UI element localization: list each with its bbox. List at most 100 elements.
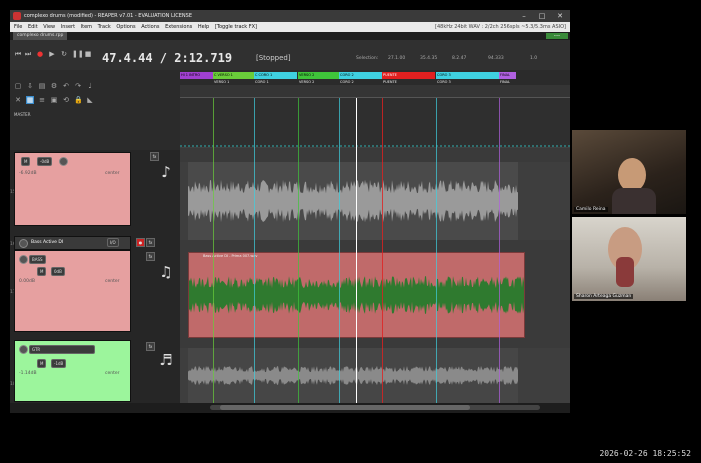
region-intro[interactable]: HI 1 INTRO (180, 72, 213, 79)
settings-icon[interactable]: ⚙ (50, 82, 58, 90)
horizontal-scrollbar[interactable] (210, 405, 540, 410)
drum-instrument-icon: ♪ (161, 163, 171, 181)
region-coro-3[interactable]: CORO 3 (436, 72, 499, 79)
bass-instrument-icon: ♫ (159, 263, 173, 281)
region-verso-2[interactable]: VERSO 2 (298, 72, 339, 79)
menu-track[interactable]: Track (98, 24, 111, 30)
record-arm-button[interactable] (19, 239, 28, 248)
loop-icon[interactable]: ⟲ (62, 96, 70, 104)
track-18[interactable]: GTR M -1dB -1.14dB center (14, 340, 131, 402)
go-to-end-icon[interactable]: ⏭ (24, 50, 32, 58)
region-final[interactable]: FINAL (499, 72, 516, 79)
open-icon[interactable]: ⇩ (26, 82, 34, 90)
undo-icon[interactable]: ↶ (62, 82, 70, 90)
record-icon[interactable]: ● (36, 50, 44, 58)
selection-end[interactable]: 35.4.35 (420, 56, 437, 61)
participant-hand (616, 257, 634, 287)
play-icon[interactable]: ▶ (48, 50, 56, 58)
mute-button[interactable]: M (21, 157, 31, 166)
menu-extensions[interactable]: Extensions (165, 24, 192, 30)
minimize-button[interactable]: – (516, 10, 532, 22)
track-17[interactable]: BASS M 0dB 0.00dB center (14, 250, 131, 332)
menu-insert[interactable]: Insert (61, 24, 75, 30)
timeline-ruler[interactable] (180, 85, 570, 98)
envelope-line (180, 145, 570, 149)
record-arm-button[interactable] (19, 255, 28, 264)
volume-box[interactable]: -0dB (37, 157, 53, 166)
menu-help[interactable]: Help (198, 24, 209, 30)
region-coro-2[interactable]: CORO 2 (339, 72, 382, 79)
menu-file[interactable]: File (14, 24, 22, 30)
time-display: 47.4.44 / 2:12.719 (102, 51, 233, 65)
participant-face (618, 158, 646, 192)
menu-item[interactable]: Item (81, 24, 92, 30)
track-16[interactable]: Bass Active DI I/O (14, 236, 131, 250)
track-name-box[interactable]: BASS (29, 255, 46, 264)
track-15-fx-button[interactable]: fx (150, 152, 159, 161)
project-tab[interactable]: complexo drums.rpp (13, 32, 68, 40)
toolbar-panel: ▢ ⇩ ▤ ⚙ ↶ ↷ ♩ ✕ ▦ ≡ ▣ ⟲ 🔒 ◣ (10, 70, 180, 150)
mute-button[interactable]: M (37, 359, 47, 368)
menu-toggle-track-fx[interactable]: [Toggle track FX] (215, 24, 257, 30)
record-enabled-icon[interactable]: ● (136, 238, 145, 247)
grid-icon[interactable]: ✕ (14, 96, 22, 104)
selection-start[interactable]: 27.1.00 (388, 56, 405, 61)
go-to-start-icon[interactable]: ⏮ (14, 50, 22, 58)
track-lane-15[interactable] (180, 162, 570, 240)
pause-icon[interactable]: ❚❚ (72, 50, 84, 58)
scrollbar-thumb[interactable] (220, 405, 470, 410)
track-volume-label: -6.92dB (19, 171, 37, 176)
close-button[interactable]: ✕ (552, 10, 568, 22)
lock-icon[interactable]: 🔒 (74, 96, 83, 104)
volume-box[interactable]: -1dB (51, 359, 67, 368)
track-15[interactable]: M -0dB -6.92dB center (14, 152, 131, 226)
menu-options[interactable]: Options (116, 24, 135, 30)
region-verso-1[interactable]: C VERSO 1 (213, 72, 254, 79)
metronome-icon[interactable]: ♩ (86, 82, 94, 90)
master-envelope-lane (180, 98, 570, 149)
track-lane-gtr[interactable] (180, 348, 570, 403)
participant-video-2[interactable]: Sharon Arteaga Guzman (572, 217, 686, 301)
guitar-instrument-icon: ♬ (159, 351, 173, 369)
fx-route-button[interactable]: I/O (107, 238, 119, 247)
track-17-fx-button[interactable]: fx (146, 252, 155, 261)
project-tab-badge: ••• (546, 33, 568, 39)
selection-length[interactable]: 8.2.47 (452, 56, 466, 61)
menu-edit[interactable]: Edit (28, 24, 38, 30)
track-16-fx-button[interactable]: fx (146, 238, 155, 247)
audio-item-gtr[interactable] (188, 348, 518, 403)
track-name[interactable]: Bass Active DI (31, 240, 63, 245)
maximize-button[interactable]: □ (534, 10, 550, 22)
envelope-icon[interactable]: ◣ (86, 96, 94, 104)
region-puente[interactable]: PUENTE (382, 72, 435, 79)
item-grouping-icon[interactable]: ▣ (50, 96, 58, 104)
window-title: complexo drums (modified) - REAPER v7.01… (24, 13, 192, 19)
volume-box[interactable]: 0dB (51, 267, 65, 276)
ripple-icon[interactable]: ≡ (38, 96, 46, 104)
participant-name: Sharon Arteaga Guzman (574, 294, 634, 299)
save-icon[interactable]: ▤ (38, 82, 46, 90)
menu-actions[interactable]: Actions (141, 24, 159, 30)
track-name-box[interactable]: GTR (29, 345, 95, 354)
audio-status: [48kHz 24bit WAV : 2/2ch 256spls ~5.3/5.… (435, 24, 566, 30)
bpm-display[interactable]: 94.333 (488, 56, 504, 61)
rate-display[interactable]: 1.0 (530, 56, 537, 61)
region-coro-1[interactable]: C CORO 1 (254, 72, 297, 79)
arrange-view[interactable]: Bass Active DI - Prima 007.wav (180, 98, 570, 403)
record-arm-button[interactable] (19, 345, 28, 354)
redo-icon[interactable]: ↷ (74, 82, 82, 90)
participant-video-1[interactable]: Camilo Reina (572, 130, 686, 214)
record-arm-button[interactable] (59, 157, 68, 166)
menu-view[interactable]: View (43, 24, 55, 30)
mute-button[interactable]: M (37, 267, 47, 276)
track-pan-label: center (105, 279, 120, 284)
audio-item-track-15[interactable] (188, 162, 518, 240)
snap-icon[interactable]: ▦ (26, 96, 34, 104)
repeat-icon[interactable]: ↻ (60, 50, 68, 58)
reaper-app-icon (13, 12, 21, 20)
new-project-icon[interactable]: ▢ (14, 82, 22, 90)
track-18-fx-button[interactable]: fx (146, 342, 155, 351)
playhead-cursor[interactable] (356, 98, 357, 403)
track-lane-bass[interactable]: Bass Active DI - Prima 007.wav (180, 248, 570, 338)
stop-icon[interactable]: ■ (84, 50, 92, 58)
